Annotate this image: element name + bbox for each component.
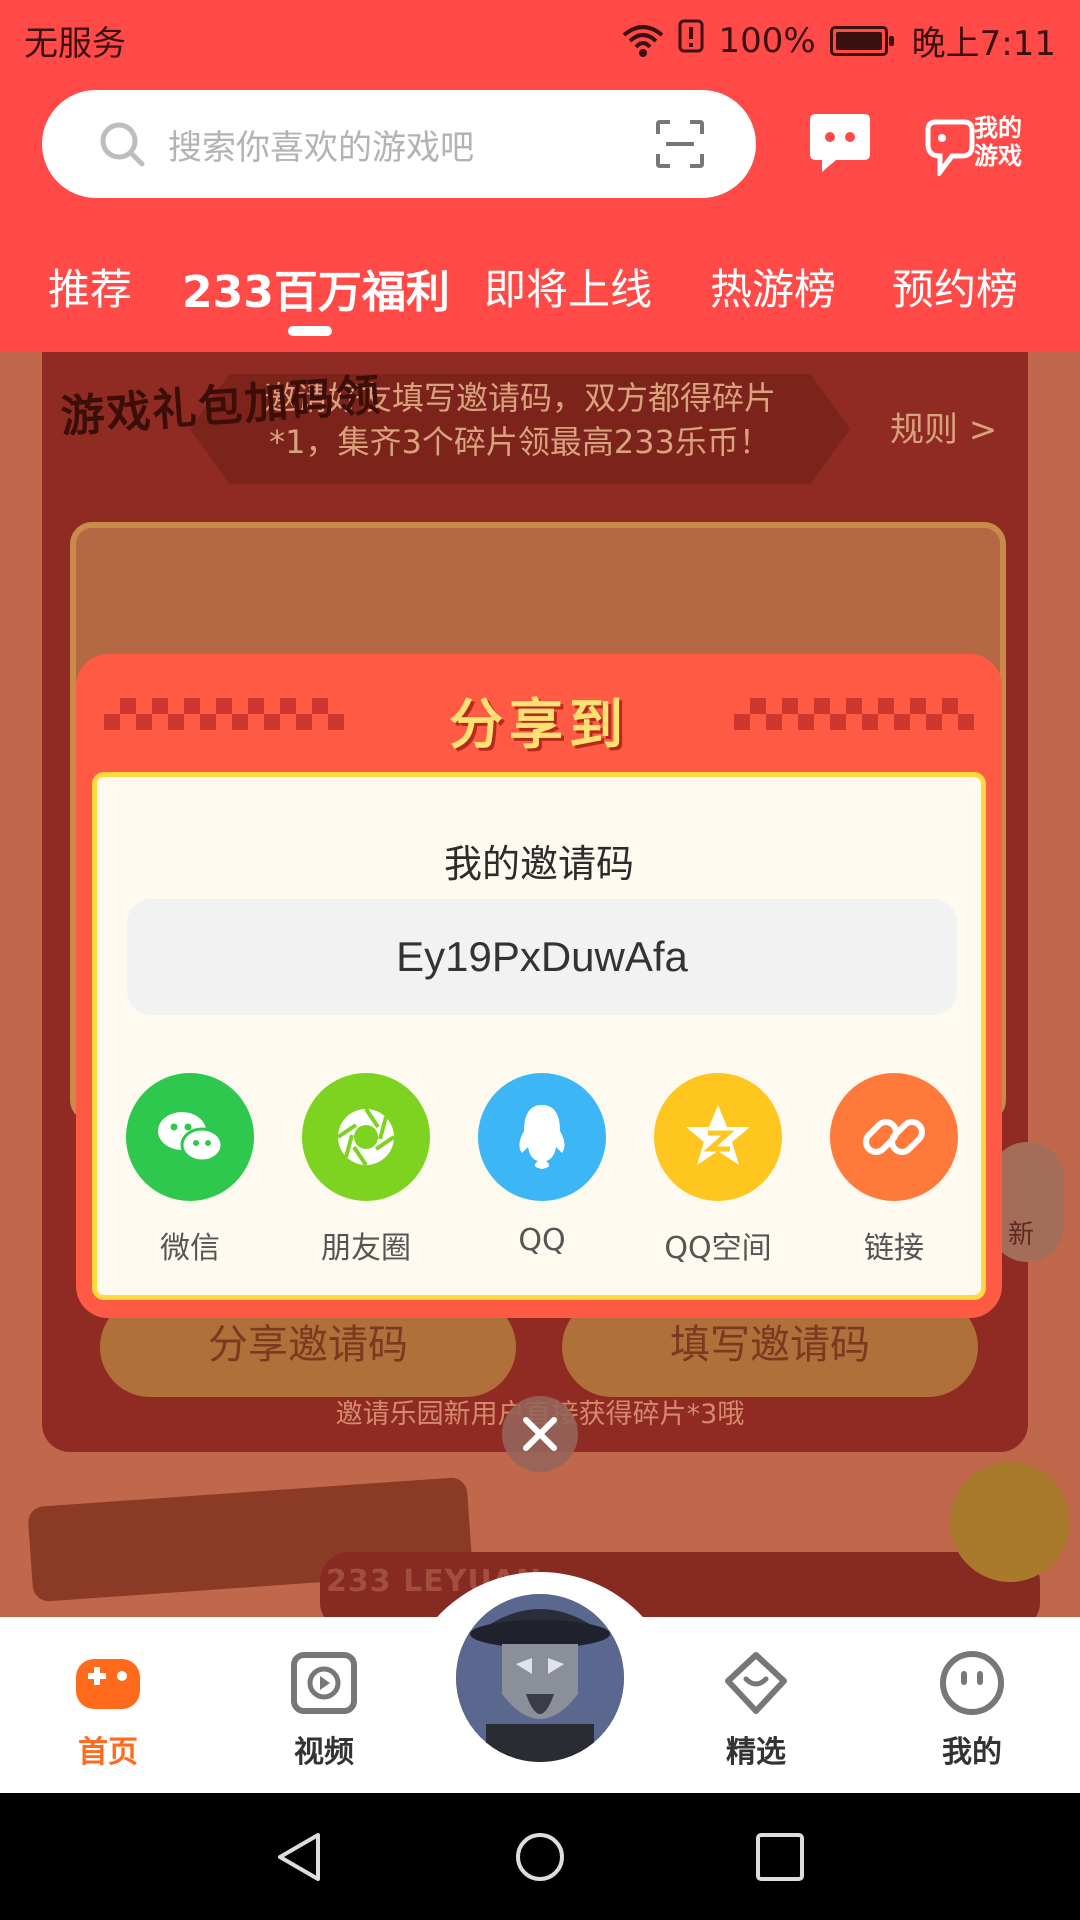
scan-icon[interactable] [654,118,706,170]
system-navigation-bar [0,1793,1080,1920]
nav-video[interactable]: 视频 [264,1647,384,1771]
close-dialog-button[interactable] [502,1396,578,1472]
nav-home[interactable]: 首页 [48,1647,168,1771]
nav-featured[interactable]: 精选 [696,1647,816,1771]
tab-indicator [288,326,332,336]
tab-hot-games[interactable]: 热游榜 [710,256,836,317]
nav-mine[interactable]: 我的 [912,1647,1032,1771]
share-qq[interactable]: QQ [477,1073,607,1258]
featured-icon [720,1647,792,1719]
tab-reservations[interactable]: 预约榜 [892,256,1018,317]
share-moments[interactable]: 朋友圈 [301,1073,431,1267]
tab-coming-soon[interactable]: 即将上线 [484,256,652,317]
coin-icon [950,1462,1070,1582]
search-icon [98,120,146,168]
gamepad-icon [922,116,978,180]
invite-code-label: 我的邀请码 [443,842,634,886]
message-icon[interactable] [806,108,874,176]
my-games-button[interactable]: 我的游戏 [922,110,1042,180]
moments-icon [302,1073,430,1201]
battery-icon [829,25,894,56]
close-icon [523,1417,557,1451]
share-wechat-label: 微信 [160,1231,220,1266]
invite-code-box[interactable]: Ey19PxDuwAfa [127,899,957,1015]
share-moments-label: 朋友圈 [321,1231,411,1266]
carrier-status: 无服务 [24,24,126,64]
share-wechat[interactable]: 微信 [125,1073,255,1267]
video-icon [288,1647,360,1719]
qq-icon [478,1073,606,1201]
home-icon[interactable] [514,1831,566,1883]
dialog-title: 分享到 [449,693,629,756]
nav-mine-label: 我的 [942,1735,1002,1770]
rules-link[interactable]: 规则 > [890,402,997,451]
back-icon[interactable] [274,1831,326,1883]
search-placeholder: 搜索你喜欢的游戏吧 [168,128,474,168]
share-link-label: 链接 [864,1231,924,1266]
nav-featured-label: 精选 [726,1735,786,1770]
share-qzone[interactable]: QQ空间 [653,1073,783,1267]
share-link[interactable]: 链接 [829,1073,959,1267]
link-icon [830,1073,958,1201]
qzone-icon [654,1073,782,1201]
avatar[interactable] [456,1594,624,1762]
app-header: 无服务 100% 晚上7:11 搜索你喜欢的游戏吧 我的游戏 推荐 233百万福… [0,0,1080,352]
tab-233-welfare[interactable]: 233百万福利 [182,256,450,320]
nav-home-label: 首页 [78,1735,138,1770]
category-tabs: 推荐 233百万福利 即将上线 热游榜 预约榜 [0,256,1080,336]
nav-video-label: 视频 [294,1735,354,1770]
profile-face-icon [936,1647,1008,1719]
invite-code-value: Ey19PxDuwAfa [396,933,688,980]
refresh-label: 新 [1008,1220,1035,1250]
my-games-label: 我的游戏 [974,114,1022,170]
tab-recommend[interactable]: 推荐 [48,256,132,317]
wechat-icon [126,1073,254,1201]
share-dialog: 分享到 我的邀请码 Ey19PxDuwAfa 微信 朋友圈 QQ QQ空间 链接 [76,654,1002,1318]
share-qq-label: QQ [518,1223,566,1258]
recents-icon[interactable] [754,1831,806,1883]
clock: 晚上7:11 [911,24,1056,64]
home-gamepad-icon [72,1647,144,1719]
wifi-icon [622,24,664,57]
dialog-body: 我的邀请码 Ey19PxDuwAfa 微信 朋友圈 QQ QQ空间 链接 [92,772,986,1300]
battery-percent: 100% [718,20,816,61]
status-bar: 无服务 100% 晚上7:11 [0,0,1080,76]
search-input[interactable]: 搜索你喜欢的游戏吧 [42,90,756,198]
share-qzone-label: QQ空间 [664,1231,772,1266]
alert-icon [678,19,704,62]
